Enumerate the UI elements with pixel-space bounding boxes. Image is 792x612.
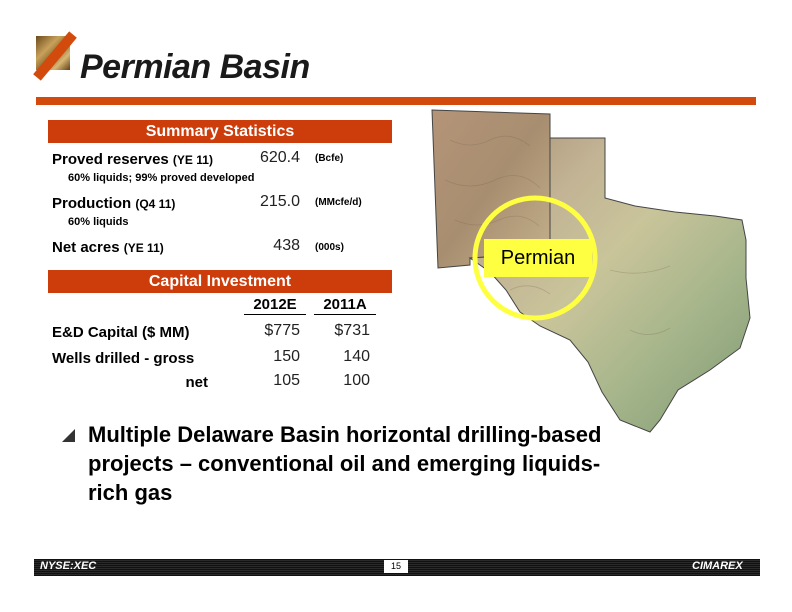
key-point-bullet: Multiple Delaware Basin horizontal drill…	[88, 422, 602, 505]
proved-reserves-period: (YE 11)	[172, 153, 213, 167]
proved-reserves-value: 620.4	[259, 149, 300, 166]
permian-map-label: Permian	[484, 239, 592, 277]
net-acres-label: Net acres (YE 11)	[52, 239, 164, 256]
ed-capital-2011a: $731	[334, 322, 370, 339]
net-acres-period: (YE 11)	[123, 241, 164, 255]
production-text: Production	[52, 195, 132, 212]
production-period: (Q4 11)	[135, 197, 176, 211]
page-number: 15	[384, 560, 408, 573]
wells-net-2011a: 100	[343, 372, 370, 389]
net-acres-text: Net acres	[52, 239, 120, 256]
bullet-triangle-icon	[62, 429, 75, 442]
wells-net-label: net	[185, 374, 209, 391]
production-note: 60% liquids	[68, 216, 129, 228]
production-label: Production (Q4 11)	[52, 195, 175, 212]
proved-reserves-label: Proved reserves (YE 11)	[52, 151, 213, 168]
wells-gross-label: Wells drilled - gross	[52, 350, 195, 367]
footer-ticker: NYSE:XEC	[40, 560, 97, 572]
production-unit: (MMcfe/d)	[315, 197, 362, 208]
net-acres-value: 438	[273, 237, 300, 254]
column-2011a: 2011A	[314, 296, 376, 315]
wells-gross-2012e: 150	[273, 348, 300, 365]
production-value: 215.0	[259, 193, 300, 210]
proved-reserves-text: Proved reserves	[52, 151, 169, 168]
wells-gross-2011a: 140	[343, 348, 370, 365]
column-2012e: 2012E	[244, 296, 306, 315]
net-acres-unit: (000s)	[315, 242, 344, 253]
page-title: Permian Basin	[80, 48, 310, 86]
capital-investment-header: Capital Investment	[48, 270, 392, 293]
summary-statistics-header: Summary Statistics	[48, 120, 392, 143]
wells-net-2012e: 105	[273, 372, 300, 389]
ed-capital-2012e: $775	[264, 322, 300, 339]
footer-brand: CIMAREX	[692, 560, 743, 572]
proved-reserves-unit: (Bcfe)	[315, 153, 344, 164]
proved-reserves-note: 60% liquids; 99% proved developed	[68, 172, 255, 184]
ed-capital-label: E&D Capital ($ MM)	[52, 324, 190, 341]
